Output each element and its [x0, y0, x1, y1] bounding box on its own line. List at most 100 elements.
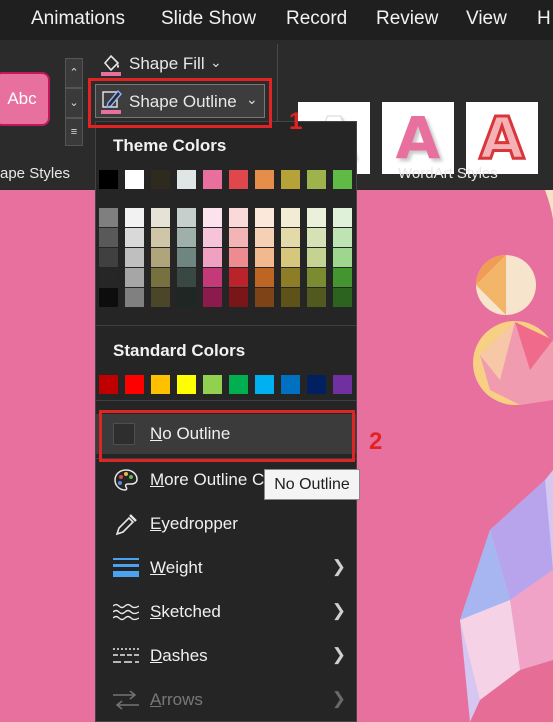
theme-shade-swatch[interactable]	[307, 208, 326, 227]
theme-shade-swatch[interactable]	[203, 248, 222, 267]
standard-color-swatch[interactable]	[255, 375, 274, 394]
theme-shade-swatch[interactable]	[333, 288, 352, 307]
theme-color-swatch[interactable]	[99, 170, 118, 189]
wordart-style-pink[interactable]: A	[382, 102, 454, 174]
theme-shade-swatch[interactable]	[255, 288, 274, 307]
theme-shade-swatch[interactable]	[151, 268, 170, 287]
theme-color-swatch[interactable]	[125, 170, 144, 189]
wordart-style-red-outline[interactable]: A	[466, 102, 538, 174]
theme-shade-swatch[interactable]	[255, 228, 274, 247]
theme-shade-swatch[interactable]	[203, 208, 222, 227]
theme-shade-swatch[interactable]	[307, 228, 326, 247]
theme-shade-swatch[interactable]	[177, 248, 196, 267]
theme-shade-swatch[interactable]	[203, 268, 222, 287]
theme-shade-swatch[interactable]	[99, 228, 118, 247]
standard-color-swatch[interactable]	[333, 375, 352, 394]
theme-color-swatch[interactable]	[151, 170, 170, 189]
standard-color-swatch[interactable]	[151, 375, 170, 394]
tab-record[interactable]: Record	[286, 8, 347, 30]
standard-color-swatch[interactable]	[125, 375, 144, 394]
theme-shade-swatch[interactable]	[307, 288, 326, 307]
theme-shade-swatch[interactable]	[307, 248, 326, 267]
tab-view[interactable]: View	[466, 8, 507, 30]
theme-shade-swatch[interactable]	[255, 208, 274, 227]
theme-shade-swatch[interactable]	[229, 288, 248, 307]
theme-shade-swatch[interactable]	[99, 288, 118, 307]
paint-bucket-icon	[101, 54, 121, 76]
menu-divider	[96, 325, 356, 326]
theme-shade-swatch[interactable]	[99, 208, 118, 227]
standard-color-swatch[interactable]	[229, 375, 248, 394]
theme-shade-swatch[interactable]	[255, 248, 274, 267]
theme-shade-swatch[interactable]	[281, 248, 300, 267]
theme-shade-swatch[interactable]	[307, 268, 326, 287]
dashes-menu-item[interactable]: Dashes ❯	[96, 636, 356, 676]
theme-shade-swatch[interactable]	[151, 228, 170, 247]
tab-animations[interactable]: Animations	[31, 8, 125, 30]
theme-shade-swatch[interactable]	[333, 248, 352, 267]
theme-shade-swatch[interactable]	[99, 248, 118, 267]
gallery-scroll-down-button[interactable]: ⌄	[65, 88, 83, 118]
sketched-line-icon	[113, 603, 139, 621]
theme-shade-swatch[interactable]	[177, 268, 196, 287]
theme-shade-swatch[interactable]	[177, 208, 196, 227]
theme-shade-swatch[interactable]	[255, 268, 274, 287]
menu-item-label: Eyedropper	[150, 514, 238, 533]
theme-shade-swatch[interactable]	[125, 248, 144, 267]
theme-shade-swatch[interactable]	[151, 208, 170, 227]
theme-shade-swatch[interactable]	[229, 208, 248, 227]
shape-fill-button[interactable]: Shape Fill ⌄	[96, 50, 266, 80]
theme-color-swatch[interactable]	[281, 170, 300, 189]
sketched-menu-item[interactable]: Sketched ❯	[96, 592, 356, 632]
step-2-label: 2	[369, 428, 383, 455]
theme-shade-swatch[interactable]	[229, 228, 248, 247]
chevron-right-icon: ❯	[331, 689, 346, 708]
menu-item-label: Dashes	[150, 646, 208, 665]
tab-help[interactable]: H	[537, 8, 551, 30]
eyedropper-menu-item[interactable]: Eyedropper	[96, 504, 356, 544]
theme-shade-swatch[interactable]	[125, 208, 144, 227]
theme-shade-swatch[interactable]	[203, 228, 222, 247]
theme-shade-swatch[interactable]	[333, 208, 352, 227]
theme-shade-swatch[interactable]	[333, 228, 352, 247]
theme-shade-swatch[interactable]	[125, 288, 144, 307]
arrows-menu-item: Arrows ❯	[96, 680, 356, 720]
theme-shade-swatch[interactable]	[281, 208, 300, 227]
gallery-more-button[interactable]: ≡	[65, 118, 83, 146]
theme-shade-swatch[interactable]	[125, 268, 144, 287]
theme-shade-swatch[interactable]	[229, 268, 248, 287]
shape-style-preview-text: Abc	[7, 89, 37, 108]
standard-color-swatch[interactable]	[281, 375, 300, 394]
standard-color-swatch[interactable]	[203, 375, 222, 394]
standard-color-swatch[interactable]	[307, 375, 326, 394]
standard-color-swatch[interactable]	[99, 375, 118, 394]
theme-shade-swatch[interactable]	[281, 228, 300, 247]
theme-color-swatch[interactable]	[255, 170, 274, 189]
theme-color-swatch[interactable]	[229, 170, 248, 189]
palette-icon	[114, 469, 138, 491]
theme-shade-swatch[interactable]	[333, 268, 352, 287]
tab-review[interactable]: Review	[376, 8, 438, 30]
theme-color-swatch[interactable]	[333, 170, 352, 189]
theme-shade-swatch[interactable]	[177, 228, 196, 247]
theme-shade-swatch[interactable]	[99, 268, 118, 287]
theme-shade-swatch[interactable]	[151, 288, 170, 307]
theme-shade-swatch[interactable]	[151, 248, 170, 267]
gallery-scroll-up-button[interactable]: ⌃	[65, 58, 83, 88]
theme-shade-swatch[interactable]	[281, 288, 300, 307]
theme-shade-swatch[interactable]	[203, 288, 222, 307]
tooltip: No Outline	[264, 469, 360, 500]
tab-slide-show[interactable]: Slide Show	[161, 8, 256, 30]
weight-menu-item[interactable]: Weight ❯	[96, 548, 356, 588]
theme-shade-swatch[interactable]	[281, 268, 300, 287]
theme-color-swatch[interactable]	[177, 170, 196, 189]
theme-shade-swatch[interactable]	[229, 248, 248, 267]
arrows-icon	[113, 690, 139, 710]
theme-color-swatch[interactable]	[203, 170, 222, 189]
theme-shade-swatch[interactable]	[177, 288, 196, 307]
theme-shade-swatch[interactable]	[125, 228, 144, 247]
eyedropper-icon	[115, 514, 137, 536]
standard-color-swatch[interactable]	[177, 375, 196, 394]
shape-style-preview[interactable]: Abc	[0, 72, 50, 126]
theme-color-swatch[interactable]	[307, 170, 326, 189]
